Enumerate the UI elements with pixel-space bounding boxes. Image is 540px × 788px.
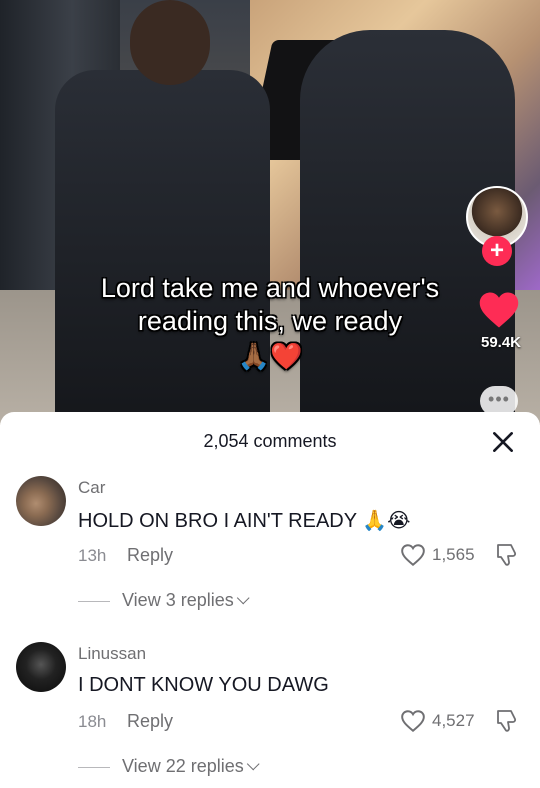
divider xyxy=(78,767,110,768)
dislike-icon[interactable] xyxy=(494,708,518,734)
comment-timestamp: 18h xyxy=(78,712,107,731)
comment-username[interactable]: Car xyxy=(78,478,105,498)
view-replies-text: View 3 replies xyxy=(122,590,234,610)
caption-emoji: 🙏🏾❤️ xyxy=(237,341,303,371)
caption-line-2: reading this, we ready xyxy=(137,306,403,336)
chevron-down-icon xyxy=(246,757,260,771)
comment-username[interactable]: Linussan xyxy=(78,644,146,664)
view-replies-label: View 3 replies xyxy=(122,590,250,611)
comment-like-count: 1,565 xyxy=(432,545,475,564)
heart-outline-icon[interactable] xyxy=(400,709,426,733)
comment-count: 2,054 comments xyxy=(203,431,337,451)
chevron-down-icon xyxy=(236,591,250,605)
reply-button[interactable]: Reply xyxy=(127,711,173,732)
comment-text: I DONT KNOW YOU DAWG xyxy=(78,674,329,696)
divider xyxy=(78,601,110,602)
avatar[interactable] xyxy=(16,476,66,526)
dislike-icon[interactable] xyxy=(494,542,518,568)
view-replies-label: View 22 replies xyxy=(122,756,260,777)
like-heart-icon[interactable] xyxy=(478,290,520,330)
comment-like-count: 4,527 xyxy=(432,711,475,730)
close-icon[interactable] xyxy=(490,429,516,455)
avatar[interactable] xyxy=(16,642,66,692)
comments-sheet: 2,054 comments Car HOLD ON BRO I AIN'T R… xyxy=(0,412,540,788)
person-left-head xyxy=(130,0,210,85)
reply-button[interactable]: Reply xyxy=(127,545,173,566)
follow-button[interactable]: + xyxy=(482,236,512,266)
caption-line-1: Lord take me and whoever's xyxy=(100,273,440,303)
comment-text: HOLD ON BRO I AIN'T READY 🙏😭 xyxy=(78,510,411,532)
view-replies-text: View 22 replies xyxy=(122,756,244,776)
like-count: 59.4K xyxy=(480,334,522,351)
video-caption: Lord take me and whoever's reading this,… xyxy=(0,272,540,373)
comment-timestamp: 13h xyxy=(78,546,107,565)
heart-outline-icon[interactable] xyxy=(400,543,426,567)
comments-header: 2,054 comments xyxy=(0,412,540,468)
video-player[interactable]: Lord take me and whoever's reading this,… xyxy=(0,0,540,425)
